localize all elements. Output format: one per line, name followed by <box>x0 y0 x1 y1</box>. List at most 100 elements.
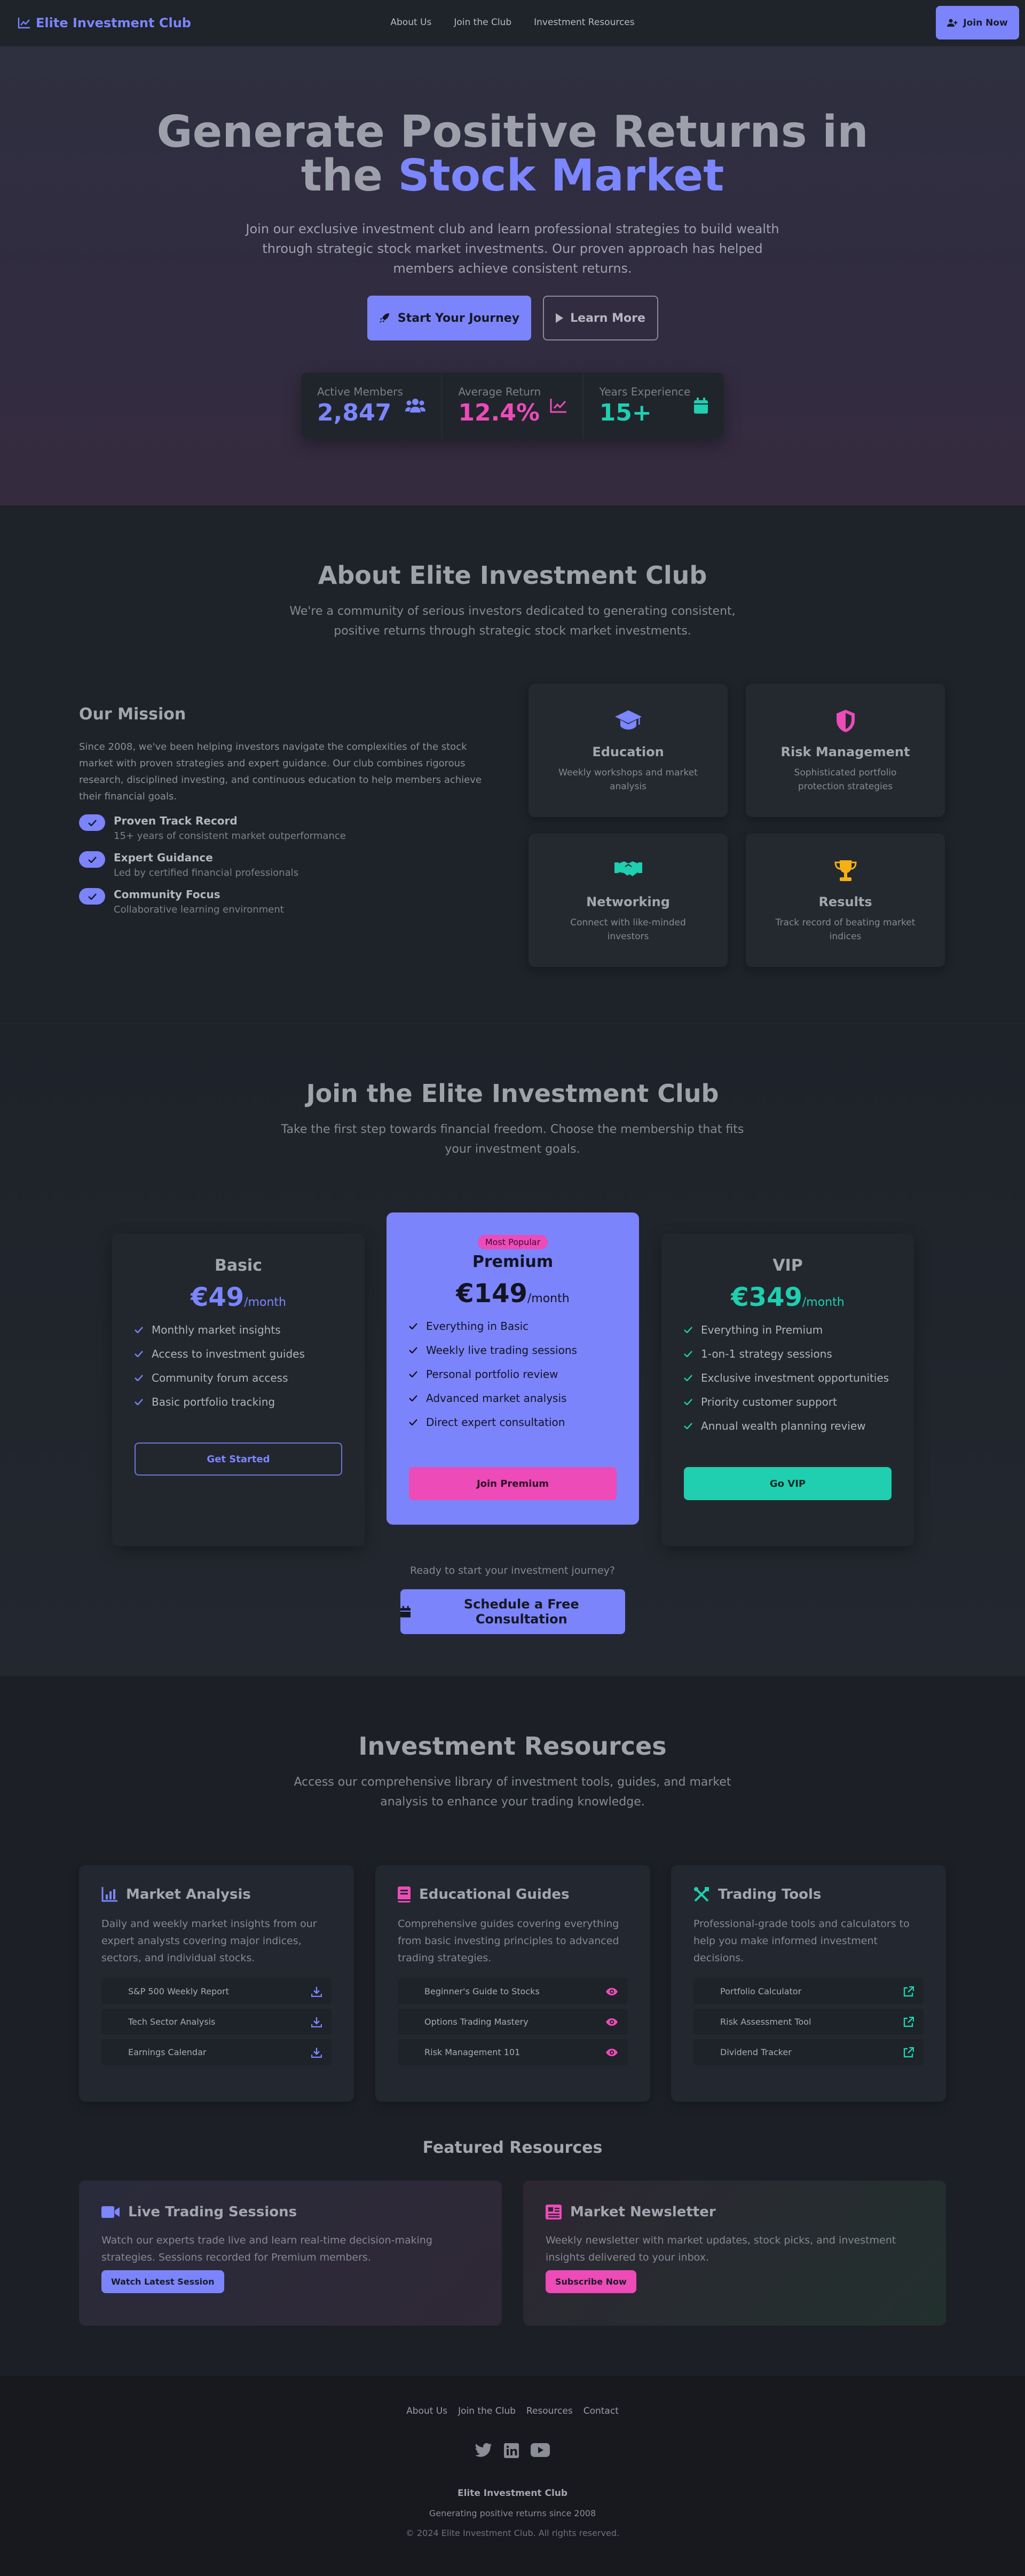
download-icon[interactable] <box>311 2047 322 2058</box>
top-nav: Elite Investment Club About Us Join the … <box>0 0 1025 46</box>
youtube-icon[interactable] <box>531 2443 550 2457</box>
price-period: /month <box>244 1296 287 1309</box>
check-icon <box>135 1327 143 1333</box>
schedule-consultation-button[interactable]: Schedule a Free Consultation <box>400 1589 625 1634</box>
stat-members: Active Members 2,847 <box>301 372 443 439</box>
membership-title: Join the Elite Investment Club <box>306 1079 719 1108</box>
resource-card-tools: Trading Tools Professional-grade tools a… <box>671 1865 946 2102</box>
card-desc: Track record of beating market indices <box>775 917 916 942</box>
nav-links: About Us Join the Club Investment Resour… <box>390 17 634 28</box>
check-icon <box>684 1399 692 1405</box>
twitter-icon[interactable] <box>475 2443 492 2458</box>
stat-experience: Years Experience 15+ <box>584 372 724 439</box>
footer-links: About Us Join the Club Resources Contact <box>0 2406 1025 2416</box>
plan-card-basic: Basic €49/month Monthly market insights … <box>112 1234 365 1546</box>
footer-tagline: Generating positive returns since 2008 <box>429 2508 596 2518</box>
hero-title-accent: Stock Market <box>398 150 724 201</box>
hero-subtitle: Join our exclusive investment club and l… <box>246 221 779 276</box>
download-icon[interactable] <box>311 1986 322 1997</box>
list-item: Community forum access <box>135 1372 365 1384</box>
about-card-education: Education Weekly workshops and market an… <box>529 684 728 817</box>
membership-section: Join the Elite Investment Club Take the … <box>0 1023 1025 1676</box>
check-icon <box>135 1399 143 1405</box>
go-vip-button[interactable]: Go VIP <box>684 1467 892 1500</box>
resource-item[interactable]: Dividend Tracker <box>693 2039 924 2065</box>
join-now-button[interactable]: Join Now <box>936 6 1019 39</box>
stat-return: Average Return 12.4% <box>442 372 584 439</box>
start-journey-button[interactable]: Start Your Journey <box>367 296 531 340</box>
resource-item[interactable]: Earnings Calendar <box>101 2039 332 2065</box>
resource-item-label: Dividend Tracker <box>720 2047 792 2057</box>
calendar-icon <box>693 398 708 414</box>
eye-icon[interactable] <box>605 1987 618 1996</box>
linkedin-icon[interactable] <box>504 2443 519 2458</box>
card-desc: Daily and weekly market insights from ou… <box>101 1918 317 1964</box>
card-title: Live Trading Sessions <box>128 2204 297 2220</box>
consult-question: Ready to start your investment journey? <box>409 1565 615 1576</box>
footer-link-join[interactable]: Join the Club <box>458 2406 516 2416</box>
eye-icon[interactable] <box>605 2018 618 2026</box>
card-desc: Comprehensive guides covering everything… <box>398 1918 619 1964</box>
join-premium-button[interactable]: Join Premium <box>409 1467 617 1500</box>
learn-more-button[interactable]: Learn More <box>542 296 658 340</box>
feature-label: Monthly market insights <box>152 1323 281 1336</box>
feature-label: Access to investment guides <box>152 1348 305 1360</box>
footer-copyright: © 2024 Elite Investment Club. All rights… <box>405 2528 620 2538</box>
card-title: Results <box>818 894 872 909</box>
list-item: Advanced market analysis <box>409 1392 639 1405</box>
check-icon <box>409 1395 417 1401</box>
subscribe-button[interactable]: Subscribe Now <box>546 2270 636 2293</box>
brand-logo[interactable]: Elite Investment Club <box>18 15 191 30</box>
resource-item-label: Risk Management 101 <box>424 2047 521 2057</box>
hero-buttons: Start Your Journey Learn More <box>0 296 1025 340</box>
check-icon <box>409 1371 417 1377</box>
feature-label: Annual wealth planning review <box>701 1420 866 1432</box>
resource-item[interactable]: Options Trading Mastery <box>398 2009 628 2035</box>
join-now-label: Join Now <box>963 17 1008 28</box>
footer-link-contact[interactable]: Contact <box>584 2406 619 2416</box>
resource-item[interactable]: Risk Management 101 <box>398 2039 628 2065</box>
price-amount: €49 <box>190 1282 245 1312</box>
get-started-button[interactable]: Get Started <box>135 1442 342 1476</box>
resource-item[interactable]: Beginner's Guide to Stocks <box>398 1978 628 2004</box>
brand-name: Elite Investment Club <box>36 15 191 30</box>
hero-title-prefix: the <box>301 150 398 201</box>
mission-text: Since 2008, we've been helping investors… <box>79 741 482 802</box>
stat-value: 12.4% <box>458 399 540 426</box>
feature-label: Direct expert consultation <box>426 1416 565 1429</box>
resource-item[interactable]: Risk Assessment Tool <box>693 2009 924 2035</box>
eye-icon[interactable] <box>605 2048 618 2057</box>
download-icon[interactable] <box>311 2017 322 2027</box>
external-link-icon[interactable] <box>903 2016 914 2027</box>
social-links <box>0 2443 1025 2458</box>
nav-link-resources[interactable]: Investment Resources <box>534 17 635 28</box>
external-link-icon[interactable] <box>903 2047 914 2058</box>
resource-item-label: Tech Sector Analysis <box>128 2017 216 2027</box>
list-item: Everything in Premium <box>684 1323 914 1336</box>
rocket-icon <box>379 313 389 323</box>
check-icon <box>684 1351 692 1357</box>
list-item: Personal portfolio review <box>409 1368 639 1381</box>
nav-link-about[interactable]: About Us <box>390 17 431 28</box>
resources-subtitle: Access our comprehensive library of inve… <box>294 1776 731 1809</box>
resource-item[interactable]: S&P 500 Weekly Report <box>101 1978 332 2004</box>
plan-name: Basic <box>214 1256 263 1275</box>
tools-icon <box>694 1887 709 1902</box>
list-item: Exclusive investment opportunities <box>684 1372 914 1384</box>
feature-label: Exclusive investment opportunities <box>701 1372 889 1384</box>
point-title: Community Focus <box>114 888 220 901</box>
card-title: Trading Tools <box>718 1887 822 1903</box>
resource-item[interactable]: Portfolio Calculator <box>693 1978 924 2004</box>
footer-link-about[interactable]: About Us <box>406 2406 447 2416</box>
footer: About Us Join the Club Resources Contact… <box>0 2376 1025 2576</box>
plan-price: €149/month <box>387 1279 639 1309</box>
check-icon <box>684 1327 692 1333</box>
external-link-icon[interactable] <box>903 1986 914 1997</box>
about-card-risk: Risk Management Sophisticated portfolio … <box>746 684 945 817</box>
resource-item[interactable]: Tech Sector Analysis <box>101 2009 332 2035</box>
footer-link-resources[interactable]: Resources <box>526 2406 573 2416</box>
resource-item-label: Earnings Calendar <box>128 2047 207 2057</box>
feature-label: 1-on-1 strategy sessions <box>701 1348 832 1360</box>
nav-link-join[interactable]: Join the Club <box>454 17 511 28</box>
watch-session-button[interactable]: Watch Latest Session <box>101 2270 224 2293</box>
